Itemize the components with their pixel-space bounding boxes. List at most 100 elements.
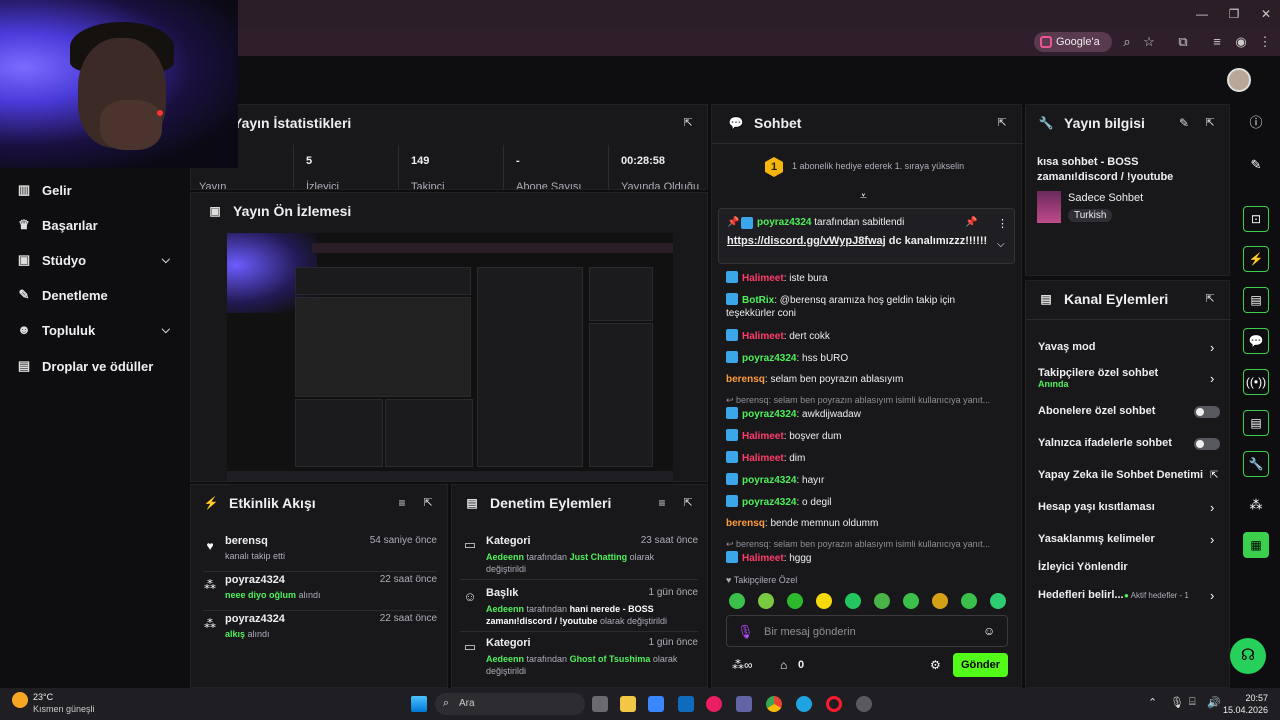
chat-message[interactable]: Halimeet: dim — [726, 451, 1011, 466]
restore-icon[interactable]: ❐ — [1226, 6, 1242, 22]
google-sor-button[interactable]: Google'a Sor — [1034, 32, 1112, 68]
tray-chevron-icon[interactable]: ⌃ — [1148, 696, 1157, 709]
chat-message[interactable]: poyraz4324: hayır — [726, 473, 1011, 488]
clip-icon[interactable]: ⊡ — [1243, 206, 1269, 232]
chrome-icon[interactable] — [766, 696, 782, 712]
microphone-icon[interactable]: 🎙 — [1170, 696, 1184, 709]
points-icon[interactable]: ⁂ — [1243, 492, 1269, 518]
info-icon[interactable]: ⓘ — [1243, 110, 1269, 136]
chat-message[interactable]: ↩ berensq: selam ben poyrazın ablasıyım … — [726, 537, 1011, 552]
bookmark-star-icon[interactable]: ☆ — [1141, 34, 1157, 50]
chat-message[interactable]: Halimeet: boşver dum — [726, 429, 1011, 444]
sidebar-item-gelir[interactable]: ▥ Gelir — [16, 178, 176, 202]
sidebar-item-denetleme[interactable]: ✎ Denetleme — [16, 283, 176, 307]
channel-points-icon[interactable]: ⁂∞ — [732, 658, 753, 672]
chat-username[interactable]: Halimeet — [742, 553, 784, 564]
popout-icon[interactable]: ⇱ — [995, 116, 1009, 130]
channel-action-item[interactable]: İzleyici Yönlendir — [1038, 561, 1218, 573]
chat-input[interactable]: 🎙 Bir mesaj gönderin ☺ — [726, 615, 1008, 647]
chat-message[interactable]: BotRix: @berensq aramıza hoş geldin taki… — [726, 293, 1011, 308]
chat-message[interactable]: poyraz4324: awkdijwadaw — [726, 407, 1011, 422]
popout-icon[interactable]: ⇱ — [681, 496, 695, 510]
task-view-icon[interactable] — [592, 696, 608, 712]
chat-username[interactable]: Halimeet — [742, 431, 784, 442]
channel-action-item[interactable]: Yapay Zeka ile Sohbet Denetimi — [1038, 469, 1218, 481]
chat-username[interactable]: poyraz4324 — [742, 475, 796, 486]
edge-icon[interactable] — [796, 696, 812, 712]
emote-icon[interactable] — [903, 593, 919, 609]
send-button[interactable]: Gönder — [953, 653, 1008, 677]
toggle-switch[interactable] — [1194, 406, 1220, 418]
outlook-icon[interactable] — [678, 696, 694, 712]
chat-username[interactable]: berensq — [726, 374, 765, 385]
chevron-down-icon[interactable]: ⌵ — [162, 324, 170, 337]
edit-pencil-icon[interactable]: ✎ — [1177, 116, 1191, 130]
chat-message[interactable]: berensq: bende memnun oldumm — [726, 517, 1011, 531]
emote-icon[interactable] — [787, 593, 803, 609]
sidebar-item-topluluk[interactable]: ☻ Topluluk ⌵ — [16, 318, 176, 342]
chat-message[interactable]: Halimeet: iste bura — [726, 271, 1011, 286]
expand-chevron-icon[interactable]: ⌵ — [997, 239, 1005, 250]
taskbar-search[interactable]: ⌕ Ara — [435, 693, 585, 715]
browser-menu-icon[interactable]: ⋮ — [1257, 34, 1273, 50]
filter-icon[interactable]: ≡ — [655, 496, 669, 510]
chevron-right-icon[interactable]: › — [1210, 589, 1220, 602]
headset-support-icon[interactable]: ☊ — [1230, 638, 1266, 674]
channel-action-item[interactable]: Yasaklanmış kelimeler — [1038, 533, 1218, 545]
emote-icon[interactable] — [932, 593, 948, 609]
weather-icon[interactable] — [12, 692, 28, 708]
chat-username[interactable]: BotRix — [742, 295, 774, 306]
emoji-icon[interactable]: ☺ — [983, 624, 995, 638]
chat-bubble-icon[interactable]: 💬 — [1243, 328, 1269, 354]
chat-username[interactable]: berensq — [726, 518, 765, 529]
popout-icon[interactable]: ⇱ — [681, 116, 695, 130]
chat-message[interactable]: berensq: selam ben poyrazın ablasıyım — [726, 373, 1011, 387]
chevron-right-icon[interactable]: › — [1210, 533, 1220, 546]
chevron-down-icon[interactable]: ⌵ — [162, 254, 170, 267]
chevron-right-icon[interactable]: › — [1210, 372, 1220, 385]
chat-username[interactable]: poyraz4324 — [742, 409, 796, 420]
sidebar-item-droplar[interactable]: ▤ Droplar ve ödüller — [16, 354, 176, 378]
emote-icon[interactable] — [874, 593, 890, 609]
chat-username[interactable]: Halimeet — [742, 331, 784, 342]
chat-message[interactable]: poyraz4324: o degil — [726, 495, 1011, 510]
store-app-icon[interactable] — [648, 696, 664, 712]
emote-icon[interactable] — [961, 593, 977, 609]
chevron-right-icon[interactable]: › — [1210, 501, 1220, 514]
chat-username[interactable]: poyraz4324 — [742, 353, 796, 364]
media-player-icon[interactable] — [706, 696, 722, 712]
category-icon[interactable]: ▦ — [1243, 532, 1269, 558]
unpin-icon[interactable]: 📌 — [965, 217, 977, 228]
close-icon[interactable]: ✕ — [1258, 6, 1274, 22]
channel-action-item[interactable]: Abonelere özel sohbet — [1038, 405, 1218, 417]
steam-icon[interactable] — [856, 696, 872, 712]
profile-icon[interactable]: ◉ — [1233, 34, 1249, 50]
chat-username[interactable]: Halimeet — [742, 453, 784, 464]
filter-icon[interactable]: ≡ — [395, 496, 409, 510]
lightning-icon[interactable]: ⚡ — [1243, 246, 1269, 272]
external-link-icon[interactable]: ⇱ — [1210, 470, 1220, 482]
chat-message[interactable]: Halimeet: dert cokk — [726, 329, 1011, 344]
sidebar-item-studyo[interactable]: ▣ Stüdyo ⌵ — [16, 248, 176, 272]
microphone-icon[interactable]: 🎙 — [737, 624, 754, 640]
channel-action-item[interactable]: Takipçilere özel sohbet Anında — [1038, 367, 1218, 389]
opera-icon[interactable] — [826, 696, 842, 712]
extensions-icon[interactable]: ⧉ — [1175, 34, 1191, 50]
zoom-icon[interactable]: ⌕ — [1119, 34, 1135, 50]
broadcast-icon[interactable]: ((•)) — [1243, 369, 1269, 395]
sidebar-item-basarilar[interactable]: ♛ Başarılar — [16, 213, 176, 237]
emote-icon[interactable] — [729, 593, 745, 609]
channel-action-item[interactable]: Hesap yaşı kısıtlaması — [1038, 501, 1218, 513]
chevron-right-icon[interactable]: › — [1210, 341, 1220, 354]
popout-icon[interactable]: ⇱ — [1203, 116, 1217, 130]
collapse-icon[interactable]: ⩡ — [860, 189, 867, 204]
minimize-icon[interactable]: — — [1194, 6, 1210, 22]
emote-icon[interactable] — [990, 593, 1006, 609]
toggle-switch[interactable] — [1194, 438, 1220, 450]
document-icon[interactable]: ▤ — [1243, 287, 1269, 313]
user-avatar[interactable] — [1227, 68, 1251, 92]
gear-icon[interactable]: ⚙ — [930, 658, 941, 672]
edit-pencil-icon[interactable]: ✎ — [1243, 152, 1269, 178]
chat-username[interactable]: Halimeet — [742, 273, 784, 284]
file-explorer-icon[interactable] — [620, 696, 636, 712]
